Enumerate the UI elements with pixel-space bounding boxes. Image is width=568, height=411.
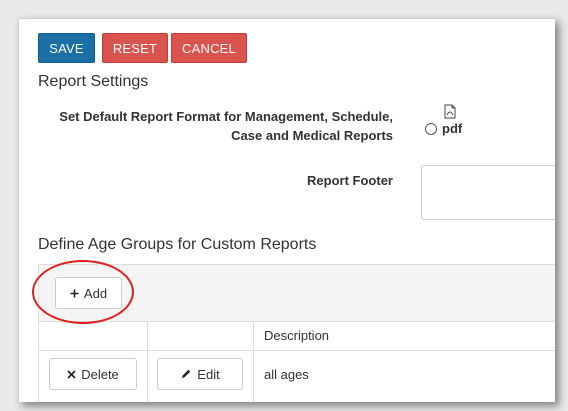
add-button-label: Add bbox=[83, 285, 108, 301]
report-footer-label: Report Footer bbox=[307, 173, 393, 188]
pencil-icon bbox=[180, 368, 192, 380]
cancel-button[interactable]: CANCEL bbox=[171, 33, 247, 63]
pdf-option-label: pdf bbox=[442, 121, 463, 136]
edit-button-label: Edit bbox=[197, 366, 220, 382]
settings-panel: SAVE RESET CANCEL Report Settings Set De… bbox=[18, 18, 555, 402]
save-button[interactable]: SAVE bbox=[38, 33, 95, 63]
delete-button-label: Delete bbox=[81, 366, 119, 382]
add-button[interactable]: Add bbox=[55, 277, 122, 309]
close-icon bbox=[67, 369, 76, 379]
report-settings-title: Report Settings bbox=[38, 73, 149, 90]
column-divider bbox=[147, 322, 148, 402]
column-divider bbox=[253, 322, 254, 402]
description-header: Description bbox=[264, 328, 330, 343]
pdf-file-icon bbox=[444, 104, 456, 119]
edit-button[interactable]: Edit bbox=[157, 358, 243, 390]
age-groups-title: Define Age Groups for Custom Reports bbox=[38, 236, 317, 253]
description-cell: all ages bbox=[264, 367, 309, 382]
format-label-line2: Case and Medical Reports bbox=[231, 128, 393, 143]
plus-icon bbox=[70, 289, 79, 298]
age-groups-table: Add Description Delete Edit all ages bbox=[38, 264, 555, 402]
format-label-line1: Set Default Report Format for Management… bbox=[59, 109, 393, 124]
report-footer-textarea[interactable] bbox=[421, 165, 555, 220]
reset-button[interactable]: RESET bbox=[102, 33, 168, 63]
delete-button[interactable]: Delete bbox=[49, 358, 137, 390]
pdf-radio[interactable] bbox=[425, 123, 437, 135]
